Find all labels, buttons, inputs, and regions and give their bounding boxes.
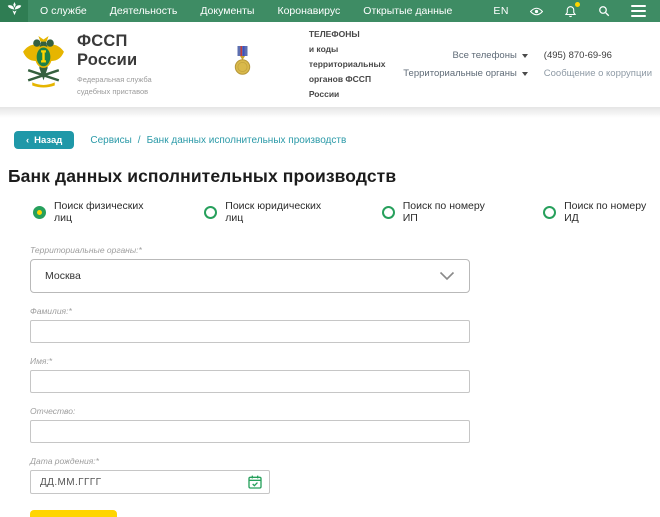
radio-search-legal-entities[interactable]: Поиск юридических лиц	[204, 200, 337, 224]
search-type-radios: Поиск физических лиц Поиск юридических л…	[33, 200, 660, 224]
nav-item-open-data[interactable]: Открытые данные	[363, 5, 452, 17]
navbar-emblem-tile[interactable]	[0, 0, 28, 22]
phone-number: (495) 870-69-96	[543, 50, 612, 61]
breadcrumb-current-link[interactable]: Банк данных исполнительных производств	[147, 135, 347, 146]
patronymic-field[interactable]	[30, 420, 470, 443]
radio-selected-icon	[33, 205, 46, 219]
nav-item-about[interactable]: О службе	[40, 5, 87, 17]
caret-down-icon	[521, 53, 528, 58]
search-icon[interactable]	[598, 5, 610, 17]
search-submit-button[interactable]: НАЙТИ	[30, 510, 117, 517]
anniversary-medal-icon	[234, 43, 251, 86]
firstname-label: Имя:*	[30, 356, 53, 366]
language-switch[interactable]: EN	[493, 5, 509, 17]
back-chevron-icon: ‹	[26, 134, 30, 146]
calendar-icon[interactable]	[247, 474, 263, 490]
chevron-down-icon	[439, 271, 455, 281]
hamburger-menu-icon[interactable]	[631, 5, 646, 17]
corruption-report-link[interactable]: Сообщение о коррупции	[544, 68, 652, 79]
nav-item-coronavirus[interactable]: Коронавирус	[277, 5, 340, 17]
notifications-bell-icon[interactable]	[564, 2, 580, 18]
radio-unselected-icon	[543, 205, 557, 219]
all-phones-dropdown[interactable]: Все телефоны	[453, 50, 528, 61]
breadcrumb: Сервисы / Банк данных исполнительных про…	[90, 135, 346, 146]
nav-item-activity[interactable]: Деятельность	[110, 5, 178, 17]
org-name[interactable]: ФССП России	[77, 32, 186, 70]
top-navbar: О службе Деятельность Документы Коронави…	[0, 0, 660, 22]
caret-down-icon	[521, 71, 528, 76]
back-button[interactable]: ‹ Назад	[14, 131, 75, 149]
search-form: Территориальные органы:* Москва Фамилия:…	[30, 245, 470, 517]
org-subtitle: Федеральная служба судебных приставов	[77, 75, 152, 96]
nav-item-documents[interactable]: Документы	[200, 5, 254, 17]
radio-unselected-icon	[204, 205, 218, 219]
main-nav: О службе Деятельность Документы Коронави…	[40, 0, 452, 22]
birthdate-field[interactable]	[30, 470, 270, 494]
lastname-field[interactable]	[30, 320, 470, 343]
site-header: ФССП России Федеральная служба судебных …	[0, 22, 660, 107]
breadcrumb-services-link[interactable]: Сервисы	[90, 135, 131, 146]
page-title: Банк данных исполнительных производств	[8, 166, 397, 186]
radio-search-by-id-number[interactable]: Поиск по номеру ИД	[543, 200, 660, 224]
territorial-bodies-label: Территориальные органы:*	[30, 245, 142, 255]
birthdate-label: Дата рождения:*	[30, 456, 99, 466]
territorial-bodies-select[interactable]: Москва	[30, 259, 470, 293]
fssp-coat-of-arms-logo	[20, 34, 67, 95]
territorial-bodies-dropdown[interactable]: Территориальные органы	[403, 68, 528, 79]
selected-region: Москва	[45, 270, 81, 282]
phones-block-title: ТЕЛЕФОНЫ и коды территориальных органов …	[308, 29, 386, 99]
fssp-emblem-icon	[7, 1, 22, 22]
patronymic-label: Отчество:	[30, 406, 76, 416]
header-divider	[0, 107, 660, 118]
radio-search-by-ip-number[interactable]: Поиск по номеру ИП	[381, 200, 499, 224]
breadcrumb-row: ‹ Назад Сервисы / Банк данных исполнител…	[0, 131, 660, 149]
radio-search-individuals[interactable]: Поиск физических лиц	[33, 200, 160, 224]
accessibility-eye-icon[interactable]	[530, 7, 543, 16]
radio-unselected-icon	[381, 205, 395, 219]
breadcrumb-separator: /	[137, 134, 141, 146]
notification-badge	[575, 2, 580, 7]
firstname-field[interactable]	[30, 370, 470, 393]
lastname-label: Фамилия:*	[30, 306, 72, 316]
